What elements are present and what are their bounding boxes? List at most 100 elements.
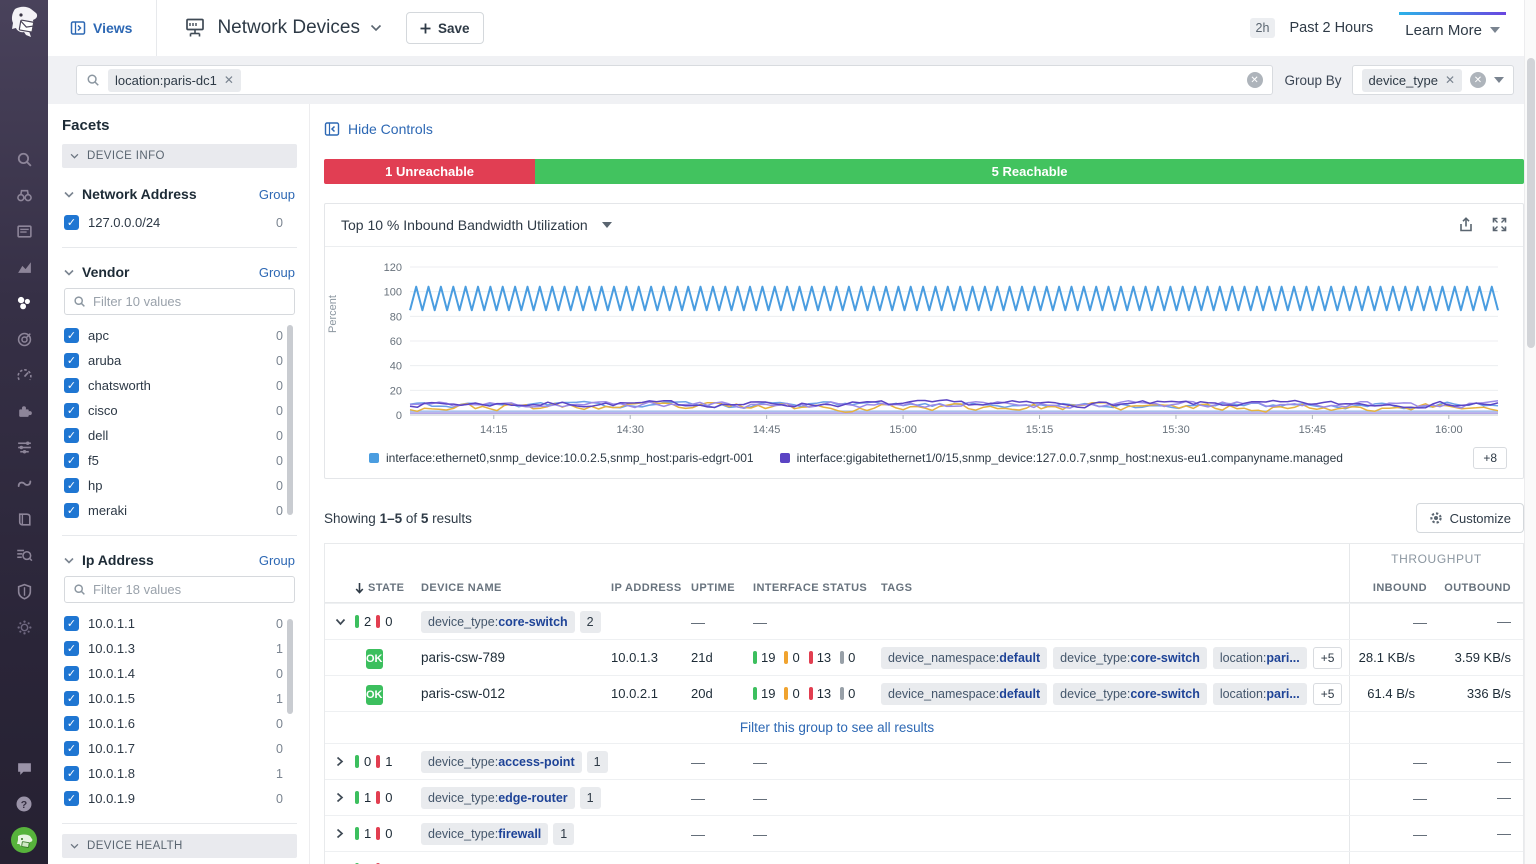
chat-icon[interactable] — [0, 750, 48, 786]
caret-down-icon[interactable] — [1494, 77, 1504, 83]
facet-value-row[interactable]: ✓10.0.1.40 — [64, 661, 295, 686]
column-interface-status[interactable]: INTERFACE STATUS — [753, 582, 881, 594]
checkbox-checked[interactable]: ✓ — [64, 328, 79, 343]
chevron-down-icon[interactable] — [325, 618, 355, 626]
checkbox-checked[interactable]: ✓ — [64, 641, 79, 656]
integrations-icon[interactable] — [0, 393, 48, 429]
legend-item[interactable]: interface:gigabitethernet1/0/15,snmp_dev… — [780, 451, 1343, 465]
checkbox-checked[interactable]: ✓ — [64, 378, 79, 393]
checkbox-checked[interactable]: ✓ — [64, 478, 79, 493]
watchdog-icon[interactable] — [0, 177, 48, 213]
fullscreen-icon[interactable] — [1492, 217, 1507, 233]
group-link[interactable]: Group — [259, 187, 295, 202]
group-tag[interactable]: device_type:access-point — [421, 751, 582, 773]
legend-item[interactable]: interface:ethernet0,snmp_device:10.0.2.5… — [369, 451, 754, 465]
facet-value-row[interactable]: ✓meraki0 — [64, 498, 295, 523]
checkbox-checked[interactable]: ✓ — [64, 691, 79, 706]
checkbox-checked[interactable]: ✓ — [64, 353, 79, 368]
monitors-icon[interactable] — [0, 321, 48, 357]
vendor-filter-input[interactable] — [64, 288, 295, 315]
checkbox-checked[interactable]: ✓ — [64, 741, 79, 756]
group-by-box[interactable]: device_type ✕ ✕ — [1352, 65, 1514, 95]
group-tag[interactable]: device_type:edge-router — [421, 787, 575, 809]
scrollbar-thumb[interactable] — [1527, 58, 1535, 348]
section-device-info[interactable]: DEVICE INFO — [62, 144, 297, 168]
close-icon[interactable]: ✕ — [224, 74, 234, 86]
checkbox-checked[interactable]: ✓ — [64, 428, 79, 443]
checkbox-checked[interactable]: ✓ — [64, 453, 79, 468]
line-chart[interactable]: 02040608010012014:1514:3014:4515:0015:15… — [355, 257, 1517, 445]
query-tag[interactable]: location:paris-dc1 ✕ — [108, 69, 241, 92]
group-link[interactable]: Group — [259, 265, 295, 280]
customize-button[interactable]: Customize — [1416, 503, 1524, 533]
user-avatar[interactable] — [0, 822, 48, 858]
legend-overflow-badge[interactable]: +8 — [1473, 447, 1507, 469]
search-icon[interactable] — [0, 141, 48, 177]
page-title-selector[interactable]: Network Devices — [183, 16, 382, 40]
column-tags[interactable]: TAGS — [881, 582, 1349, 594]
chevron-right-icon[interactable] — [325, 756, 355, 767]
facet-value-row[interactable]: ✓10.0.1.60 — [64, 711, 295, 736]
facet-value-row[interactable]: ✓10.0.1.10 — [64, 611, 295, 636]
status-badge[interactable]: OK — [366, 685, 383, 705]
checkbox-checked[interactable]: ✓ — [64, 791, 79, 806]
hide-controls-button[interactable]: Hide Controls — [324, 121, 433, 137]
column-state[interactable]: STATE — [355, 582, 421, 594]
datadog-logo-icon[interactable] — [7, 5, 41, 41]
metrics-icon[interactable] — [0, 249, 48, 285]
save-button[interactable]: Save — [406, 12, 484, 44]
facet-value-row[interactable]: ✓dell0 — [64, 423, 295, 448]
clear-search-icon[interactable]: ✕ — [1247, 72, 1263, 88]
column-uptime[interactable]: UPTIME — [691, 582, 753, 594]
facet-value-row[interactable]: ✓apc0 — [64, 323, 295, 348]
group-by-tag[interactable]: device_type ✕ — [1362, 69, 1462, 92]
views-button[interactable]: Views — [48, 0, 157, 56]
table-group-row[interactable] — [325, 851, 1523, 864]
tag[interactable]: device_type:core-switch — [1053, 647, 1207, 669]
help-icon[interactable]: ? — [0, 786, 48, 822]
page-scrollbar[interactable] — [1524, 0, 1536, 864]
facet-title[interactable]: Network Address — [82, 186, 197, 202]
export-icon[interactable] — [1458, 217, 1474, 233]
facet-title[interactable]: Vendor — [82, 264, 129, 280]
chevron-down-icon[interactable] — [64, 269, 74, 276]
tag[interactable]: device_type:core-switch — [1053, 683, 1207, 705]
search-bar[interactable]: location:paris-dc1 ✕ ✕ — [76, 65, 1273, 95]
section-device-health[interactable]: DEVICE HEALTH — [62, 834, 297, 858]
status-badge[interactable]: OK — [366, 649, 383, 669]
chart-plot-area[interactable]: Percent 02040608010012014:1514:3014:4515… — [325, 247, 1523, 445]
infrastructure-icon[interactable] — [0, 285, 48, 321]
apm-icon[interactable] — [0, 465, 48, 501]
table-group-row[interactable]: 1 0 device_type:edge-router 1 — — — — — [325, 779, 1523, 815]
device-name-link[interactable]: paris-csw-789 — [421, 650, 611, 665]
notebooks-icon[interactable] — [0, 501, 48, 537]
events-icon[interactable] — [0, 213, 48, 249]
facet-value-row[interactable]: ✓10.0.1.31 — [64, 636, 295, 661]
scrollbar-thumb[interactable] — [287, 325, 293, 515]
checkbox-checked[interactable]: ✓ — [64, 666, 79, 681]
facet-title[interactable]: Ip Address — [82, 552, 154, 568]
column-device-name[interactable]: DEVICE NAME — [421, 582, 611, 594]
table-group-row[interactable]: 0 1 device_type:access-point 1 — — — — — [325, 743, 1523, 779]
column-outbound[interactable]: OUTBOUND — [1439, 582, 1523, 594]
unreachable-segment[interactable]: 1 Unreachable — [324, 159, 535, 184]
group-link[interactable]: Group — [259, 553, 295, 568]
tag[interactable]: device_namespace:default — [881, 683, 1047, 705]
tag[interactable]: device_namespace:default — [881, 647, 1047, 669]
facet-value-row[interactable]: ✓10.0.1.81 — [64, 761, 295, 786]
tag[interactable]: location:pari... — [1213, 683, 1307, 705]
column-inbound[interactable]: INBOUND — [1349, 574, 1439, 602]
time-range-label[interactable]: Past 2 Hours — [1289, 20, 1373, 36]
facet-value-row[interactable]: ✓chatsworth0 — [64, 373, 295, 398]
close-icon[interactable]: ✕ — [1445, 74, 1455, 86]
reachable-segment[interactable]: 5 Reachable — [535, 159, 1524, 184]
table-row[interactable]: OK paris-csw-012 10.0.2.1 20d 19 0 13 0 … — [325, 675, 1523, 711]
log-explorer-icon[interactable] — [0, 537, 48, 573]
checkbox-checked[interactable]: ✓ — [64, 403, 79, 418]
checkbox-checked[interactable]: ✓ — [64, 766, 79, 781]
facet-value-row[interactable]: ✓hp0 — [64, 473, 295, 498]
table-group-row[interactable]: 1 0 device_type:firewall 1 — — — — — [325, 815, 1523, 851]
synthetics-icon[interactable] — [0, 357, 48, 393]
facet-value-row[interactable]: ✓cisco0 — [64, 398, 295, 423]
learn-more-button[interactable]: Learn More — [1399, 12, 1506, 45]
